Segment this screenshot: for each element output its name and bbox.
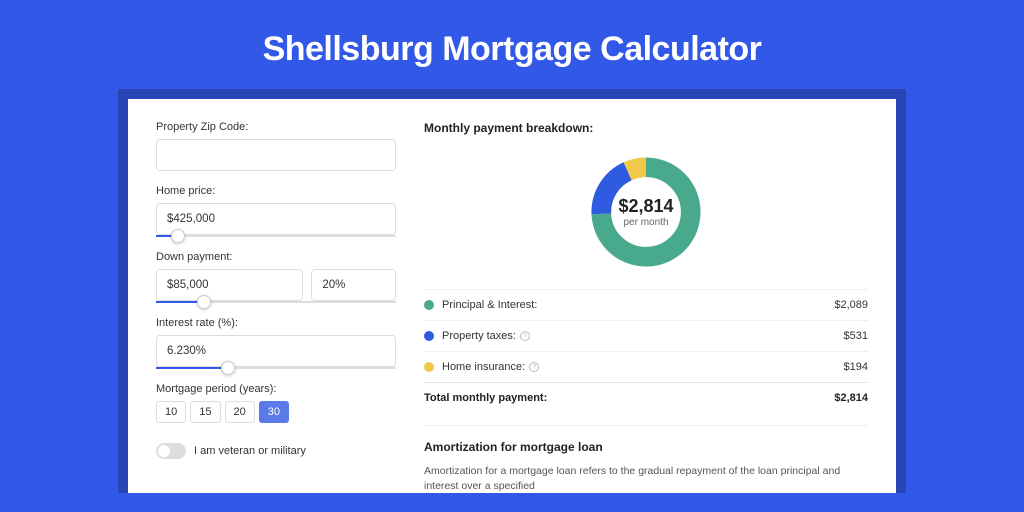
dot-icon — [424, 300, 434, 310]
info-icon[interactable]: ? — [529, 362, 539, 372]
breakdown-row-insurance: Home insurance: ? $194 — [424, 351, 868, 382]
period-option-20[interactable]: 20 — [225, 401, 255, 423]
home-price-label: Home price: — [156, 185, 396, 197]
veteran-toggle[interactable] — [156, 443, 186, 459]
home-price-field: Home price: — [156, 185, 396, 237]
period-option-10[interactable]: 10 — [156, 401, 186, 423]
down-payment-field: Down payment: — [156, 251, 396, 303]
breakdown-label: Property taxes: ? — [442, 330, 844, 342]
slider-fill — [156, 367, 228, 369]
form-column: Property Zip Code: Home price: Down paym… — [156, 121, 396, 493]
breakdown-value: $2,089 — [834, 299, 868, 311]
donut-center-sub: per month — [623, 217, 668, 228]
slider-handle[interactable] — [221, 361, 235, 375]
breakdown-row-taxes: Property taxes: ? $531 — [424, 320, 868, 351]
interest-input[interactable] — [156, 335, 396, 367]
breakdown-total-row: Total monthly payment: $2,814 — [424, 382, 868, 413]
veteran-label: I am veteran or military — [194, 445, 306, 457]
period-label: Mortgage period (years): — [156, 383, 396, 395]
dot-icon — [424, 331, 434, 341]
down-payment-amount-input[interactable] — [156, 269, 303, 301]
donut-center: $2,814 per month — [587, 153, 705, 271]
amortization-section: Amortization for mortgage loan Amortizat… — [424, 425, 868, 493]
donut-center-amount: $2,814 — [618, 196, 673, 217]
breakdown-value: $194 — [844, 361, 868, 373]
period-field: Mortgage period (years): 10 15 20 30 — [156, 383, 396, 423]
zip-label: Property Zip Code: — [156, 121, 396, 133]
page-title: Shellsburg Mortgage Calculator — [0, 0, 1024, 89]
period-options: 10 15 20 30 — [156, 401, 396, 423]
down-payment-slider[interactable] — [156, 301, 396, 303]
down-payment-label: Down payment: — [156, 251, 396, 263]
total-label: Total monthly payment: — [424, 392, 834, 404]
veteran-row: I am veteran or military — [156, 443, 396, 459]
period-option-15[interactable]: 15 — [190, 401, 220, 423]
period-option-30[interactable]: 30 — [259, 401, 289, 423]
amortization-title: Amortization for mortgage loan — [424, 440, 868, 454]
breakdown-row-principal: Principal & Interest: $2,089 — [424, 289, 868, 320]
dot-icon — [424, 362, 434, 372]
calculator-card: Property Zip Code: Home price: Down paym… — [128, 99, 896, 493]
results-column: Monthly payment breakdown: $2,814 per mo… — [424, 121, 868, 493]
breakdown-label: Home insurance: ? — [442, 361, 844, 373]
zip-input[interactable] — [156, 139, 396, 171]
down-payment-percent-input[interactable] — [311, 269, 396, 301]
breakdown-label-text: Home insurance: — [442, 361, 525, 373]
breakdown-label: Principal & Interest: — [442, 299, 834, 311]
home-price-slider[interactable] — [156, 235, 396, 237]
total-value: $2,814 — [834, 392, 868, 404]
amortization-body: Amortization for a mortgage loan refers … — [424, 464, 868, 493]
interest-field: Interest rate (%): — [156, 317, 396, 369]
breakdown-heading: Monthly payment breakdown: — [424, 121, 868, 135]
interest-slider[interactable] — [156, 367, 396, 369]
breakdown-value: $531 — [844, 330, 868, 342]
slider-handle[interactable] — [171, 229, 185, 243]
toggle-knob — [158, 445, 170, 457]
donut-wrap: $2,814 per month — [424, 145, 868, 289]
zip-field: Property Zip Code: — [156, 121, 396, 171]
breakdown-label-text: Property taxes: — [442, 330, 516, 342]
donut-chart: $2,814 per month — [587, 153, 705, 271]
slider-handle[interactable] — [197, 295, 211, 309]
home-price-input[interactable] — [156, 203, 396, 235]
interest-label: Interest rate (%): — [156, 317, 396, 329]
card-shadow: Property Zip Code: Home price: Down paym… — [118, 89, 906, 493]
info-icon[interactable]: ? — [520, 331, 530, 341]
